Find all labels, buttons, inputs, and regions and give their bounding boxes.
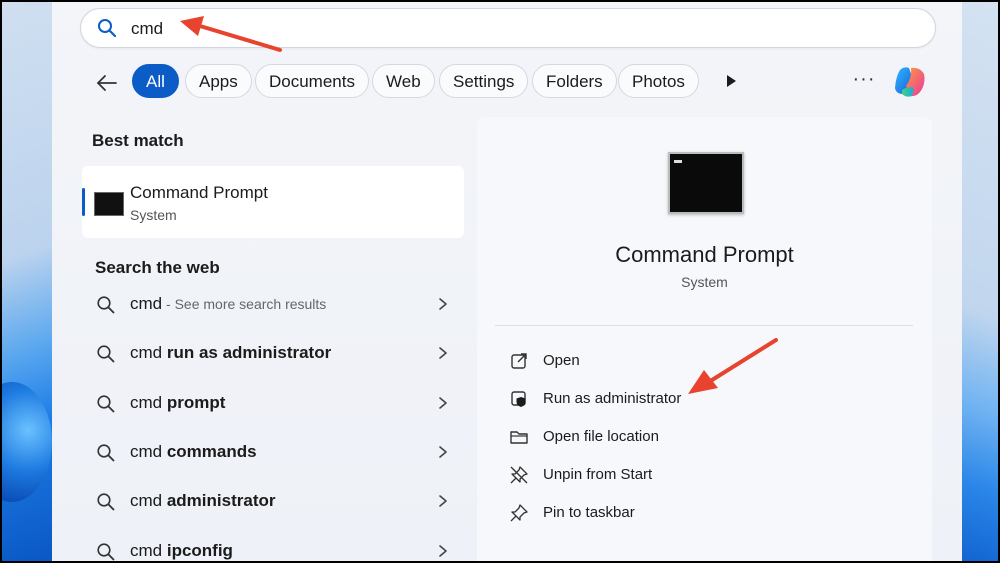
chevron-right-icon bbox=[439, 298, 447, 310]
preview-pane: Command Prompt System Open Run as admini… bbox=[477, 117, 932, 561]
action-pin-to-taskbar-label: Pin to taskbar bbox=[543, 504, 635, 521]
query-plain: cmd bbox=[130, 442, 167, 461]
preview-subtitle: System bbox=[681, 274, 728, 290]
more-options-button[interactable]: ··· bbox=[852, 69, 876, 92]
web-search-item[interactable]: cmd administrator bbox=[94, 487, 474, 517]
search-icon bbox=[97, 543, 115, 561]
query-plain: cmd bbox=[130, 343, 167, 362]
desktop-wallpaper-right bbox=[958, 2, 998, 561]
best-match-subtitle: System bbox=[130, 207, 177, 223]
query-hint: - See more search results bbox=[162, 296, 327, 312]
query-plain: cmd bbox=[130, 393, 167, 412]
tab-all[interactable]: All bbox=[132, 64, 179, 98]
command-prompt-large-icon bbox=[668, 152, 744, 214]
preview-title: Command Prompt bbox=[615, 242, 794, 267]
action-open-label: Open bbox=[543, 352, 580, 369]
tab-apps[interactable]: Apps bbox=[185, 64, 252, 98]
chevron-right-icon bbox=[439, 545, 447, 557]
start-search-panel: All Apps Documents Web Settings Folders … bbox=[52, 2, 962, 561]
search-icon bbox=[97, 345, 115, 363]
search-icon bbox=[97, 444, 115, 462]
web-search-item[interactable]: cmd commands bbox=[94, 438, 474, 468]
tab-web[interactable]: Web bbox=[372, 64, 435, 98]
best-match-title: Command Prompt bbox=[130, 183, 268, 202]
chevron-right-icon bbox=[439, 446, 447, 458]
search-input[interactable] bbox=[129, 15, 913, 43]
search-web-heading: Search the web bbox=[95, 258, 220, 277]
query-suggestion: ipconfig bbox=[166, 541, 233, 560]
query-plain: cmd bbox=[130, 294, 163, 313]
search-icon bbox=[98, 19, 117, 38]
folder-icon bbox=[510, 431, 528, 444]
query-suggestion: commands bbox=[166, 442, 257, 461]
search-icon bbox=[97, 493, 115, 511]
web-search-text: cmd ipconfig bbox=[130, 541, 233, 561]
web-search-text: cmd run as administrator bbox=[130, 343, 331, 363]
chevron-right-icon bbox=[439, 495, 447, 507]
tab-settings[interactable]: Settings bbox=[439, 64, 529, 98]
action-open-file-location-label: Open file location bbox=[543, 428, 659, 445]
chevron-right-icon bbox=[439, 397, 447, 409]
action-unpin-from-start-label: Unpin from Start bbox=[543, 466, 653, 483]
query-suggestion: administrator bbox=[166, 491, 276, 510]
web-search-text: cmd commands bbox=[130, 442, 257, 462]
action-run-as-administrator-label: Run as administrator bbox=[543, 390, 682, 407]
best-match-item[interactable]: Command Prompt System bbox=[82, 166, 464, 238]
query-suggestion: run as administrator bbox=[166, 343, 332, 362]
web-search-text: cmd administrator bbox=[130, 491, 275, 511]
open-external-icon bbox=[511, 353, 527, 369]
desktop-wallpaper-left bbox=[2, 2, 52, 561]
preview-divider bbox=[495, 325, 913, 326]
query-plain: cmd bbox=[130, 541, 167, 560]
chevron-right-icon bbox=[439, 347, 447, 359]
copilot-icon[interactable] bbox=[890, 64, 930, 100]
search-icon bbox=[97, 296, 115, 314]
query-suggestion: prompt bbox=[166, 393, 226, 412]
unpin-icon bbox=[510, 466, 528, 484]
screenshot-frame: All Apps Documents Web Settings Folders … bbox=[0, 0, 1000, 563]
scroll-right-icon[interactable] bbox=[722, 72, 740, 90]
web-search-text: cmd - See more search results bbox=[130, 294, 326, 314]
command-prompt-icon bbox=[94, 192, 124, 216]
web-search-item[interactable]: cmd prompt bbox=[94, 389, 474, 419]
web-search-item[interactable]: cmd - See more search results bbox=[94, 290, 474, 320]
query-plain: cmd bbox=[130, 491, 167, 510]
shield-icon bbox=[511, 391, 526, 407]
selection-indicator bbox=[82, 188, 85, 216]
web-search-item[interactable]: cmd run as administrator bbox=[94, 339, 474, 369]
search-box[interactable] bbox=[80, 8, 936, 48]
web-search-item[interactable]: cmd ipconfig bbox=[94, 537, 474, 561]
best-match-heading: Best match bbox=[92, 131, 184, 150]
web-search-text: cmd prompt bbox=[130, 393, 225, 413]
pin-icon bbox=[510, 504, 528, 522]
search-icon bbox=[97, 395, 115, 413]
back-arrow-icon[interactable] bbox=[92, 68, 122, 98]
tab-photos[interactable]: Photos bbox=[618, 64, 699, 98]
tab-documents[interactable]: Documents bbox=[255, 64, 369, 98]
tab-folders[interactable]: Folders bbox=[532, 64, 617, 98]
